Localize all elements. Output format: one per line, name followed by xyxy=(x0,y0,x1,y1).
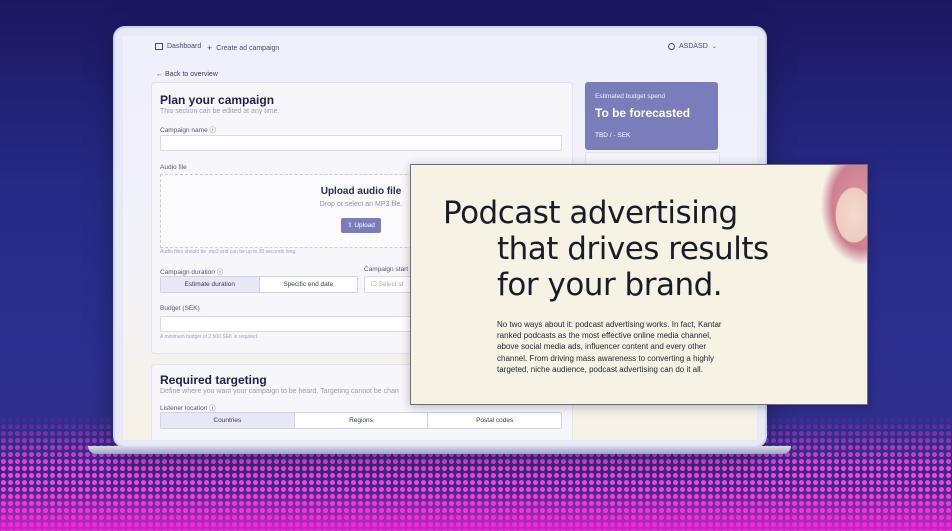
budget-label: Budget (SEK) xyxy=(160,305,200,312)
duration-toggle: Estimate duration Specific end date xyxy=(160,276,358,293)
plan-subtitle: This section can be edited at any time. xyxy=(160,108,280,115)
location-countries-option[interactable]: Countries xyxy=(161,413,295,428)
headline-line-3: for your brand. xyxy=(497,267,723,303)
duration-estimate-option[interactable]: Estimate duration xyxy=(161,277,260,292)
back-link[interactable]: ← Back to overview xyxy=(156,71,218,78)
nav-create-label: Create ad campaign xyxy=(216,44,280,52)
globe-icon xyxy=(668,43,675,50)
budget-note: A minimum budget of 2 500 SEK is require… xyxy=(160,334,259,340)
promo-card: Podcast advertising that drives results … xyxy=(410,164,868,405)
budget-summary-sub: TBD / - SEK xyxy=(595,132,631,139)
grid-icon xyxy=(155,43,163,50)
budget-summary-value: To be forecasted xyxy=(595,106,691,120)
nav-dashboard-label: Dashboard xyxy=(167,43,202,50)
upload-button[interactable]: ⇧ Upload xyxy=(341,218,381,233)
duration-label: Campaign duration ⓘ xyxy=(160,269,224,276)
halftone-glow xyxy=(0,486,952,531)
listener-location-label: Listener location ⓘ xyxy=(160,405,216,412)
nav-create-campaign[interactable]: + Create ad campaign xyxy=(207,43,279,53)
audio-file-label: Audio file xyxy=(160,164,187,171)
nav-dashboard[interactable]: Dashboard xyxy=(155,43,201,50)
location-toggle: Countries Regions Postal codes xyxy=(160,412,562,429)
audio-note: Audio files should be .mp3 and can be up… xyxy=(160,249,297,255)
campaign-name-label: Campaign name ⓘ xyxy=(160,127,217,134)
duration-end-date-option[interactable]: Specific end date xyxy=(259,277,357,292)
calendar-icon: ☐ xyxy=(371,281,377,288)
arrow-left-icon: ← xyxy=(156,71,163,78)
plan-title: Plan your campaign xyxy=(160,93,275,107)
campaign-name-input[interactable] xyxy=(160,135,562,151)
headline-line-2: that drives results xyxy=(497,231,769,267)
campaign-start-label: Campaign start xyxy=(364,266,409,273)
promo-body: No two ways about it: podcast advertisin… xyxy=(497,320,722,374)
info-icon: ⓘ xyxy=(209,127,217,134)
location-postal-option[interactable]: Postal codes xyxy=(428,413,561,428)
photo-fade xyxy=(757,165,867,404)
chevron-down-icon: ⌄ xyxy=(711,44,717,50)
budget-summary-label: Estimated budget spend xyxy=(595,93,666,100)
account-menu[interactable]: ASDASD ⌄ xyxy=(668,43,717,50)
info-icon: ⓘ xyxy=(209,405,216,412)
upload-button-label: Upload xyxy=(354,222,375,229)
location-regions-option[interactable]: Regions xyxy=(294,413,429,428)
targeting-title: Required targeting xyxy=(160,373,267,387)
headline-line-1: Podcast advertising xyxy=(443,195,738,231)
back-link-label: Back to overview xyxy=(164,71,218,78)
info-icon: ⓘ xyxy=(216,269,224,276)
targeting-subtitle: Define where you want your campaign to b… xyxy=(160,388,399,395)
top-nav: Dashboard + Create ad campaign ASDASD ⌄ xyxy=(123,36,757,58)
budget-summary-card: Estimated budget spend To be forecasted … xyxy=(585,82,718,150)
plus-icon: + xyxy=(207,43,213,53)
account-label: ASDASD xyxy=(679,43,708,50)
upload-icon: ⇧ xyxy=(347,222,353,229)
laptop-base xyxy=(88,446,791,454)
